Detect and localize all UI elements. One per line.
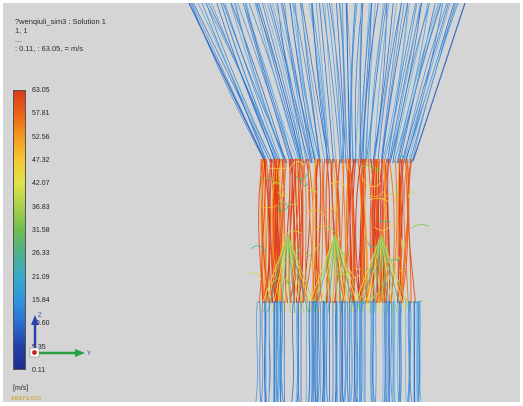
streamline-outlet — [295, 300, 298, 402]
streamline-inlet — [205, 3, 274, 164]
streamline-outlet — [393, 300, 395, 402]
streamline-outlet — [348, 300, 351, 402]
streamline-inlet — [405, 3, 444, 164]
streamline-swirl — [305, 252, 311, 257]
streamline-swirl — [393, 197, 397, 202]
funnel-edge-left — [188, 3, 266, 162]
streamline-outlet — [291, 300, 294, 402]
streamline-outlet — [346, 300, 349, 402]
streamline-outlet — [409, 300, 413, 402]
streamline-outlet — [268, 300, 270, 402]
x-axis-dot — [32, 350, 37, 355]
streamline-outlet — [276, 300, 278, 402]
streamline-outlet — [400, 300, 402, 402]
streamline-outlet — [255, 300, 258, 402]
streamline-outlet — [308, 300, 310, 402]
streamline-inlet — [411, 3, 459, 164]
streamline-outlet — [391, 300, 394, 402]
streamline-inlet — [230, 3, 287, 164]
y-axis-head — [75, 349, 85, 357]
z-axis-label: Z — [38, 313, 42, 319]
y-axis-label: Y — [87, 351, 91, 357]
streamline-outlet — [319, 300, 322, 402]
streamline-swirl — [248, 271, 262, 280]
streamline-outlet — [375, 300, 377, 402]
streamline-outlet — [415, 300, 417, 402]
streamline-outlet — [384, 300, 386, 402]
streamline-outlet — [405, 300, 407, 402]
streamline-outlet — [260, 300, 264, 402]
streamline-swirl — [250, 245, 267, 253]
streamline-swirl — [410, 224, 429, 229]
streamline-core — [407, 158, 416, 304]
streamline-outlet — [398, 300, 401, 402]
streamline-outlet — [354, 300, 357, 402]
streamline-inlet — [308, 3, 328, 164]
streamline-outlet — [259, 300, 261, 402]
streamline-outlet — [397, 300, 400, 402]
streamline-core — [408, 158, 413, 304]
streamline-outlet — [382, 300, 384, 402]
viewport[interactable]: ?wenqiuli_sim3 : Solution 1 1, 1 ... : 0… — [3, 3, 520, 402]
axis-triad[interactable]: Z Y — [3, 3, 123, 402]
streamline-swirl — [299, 178, 309, 187]
streamline-outlet — [326, 300, 328, 402]
